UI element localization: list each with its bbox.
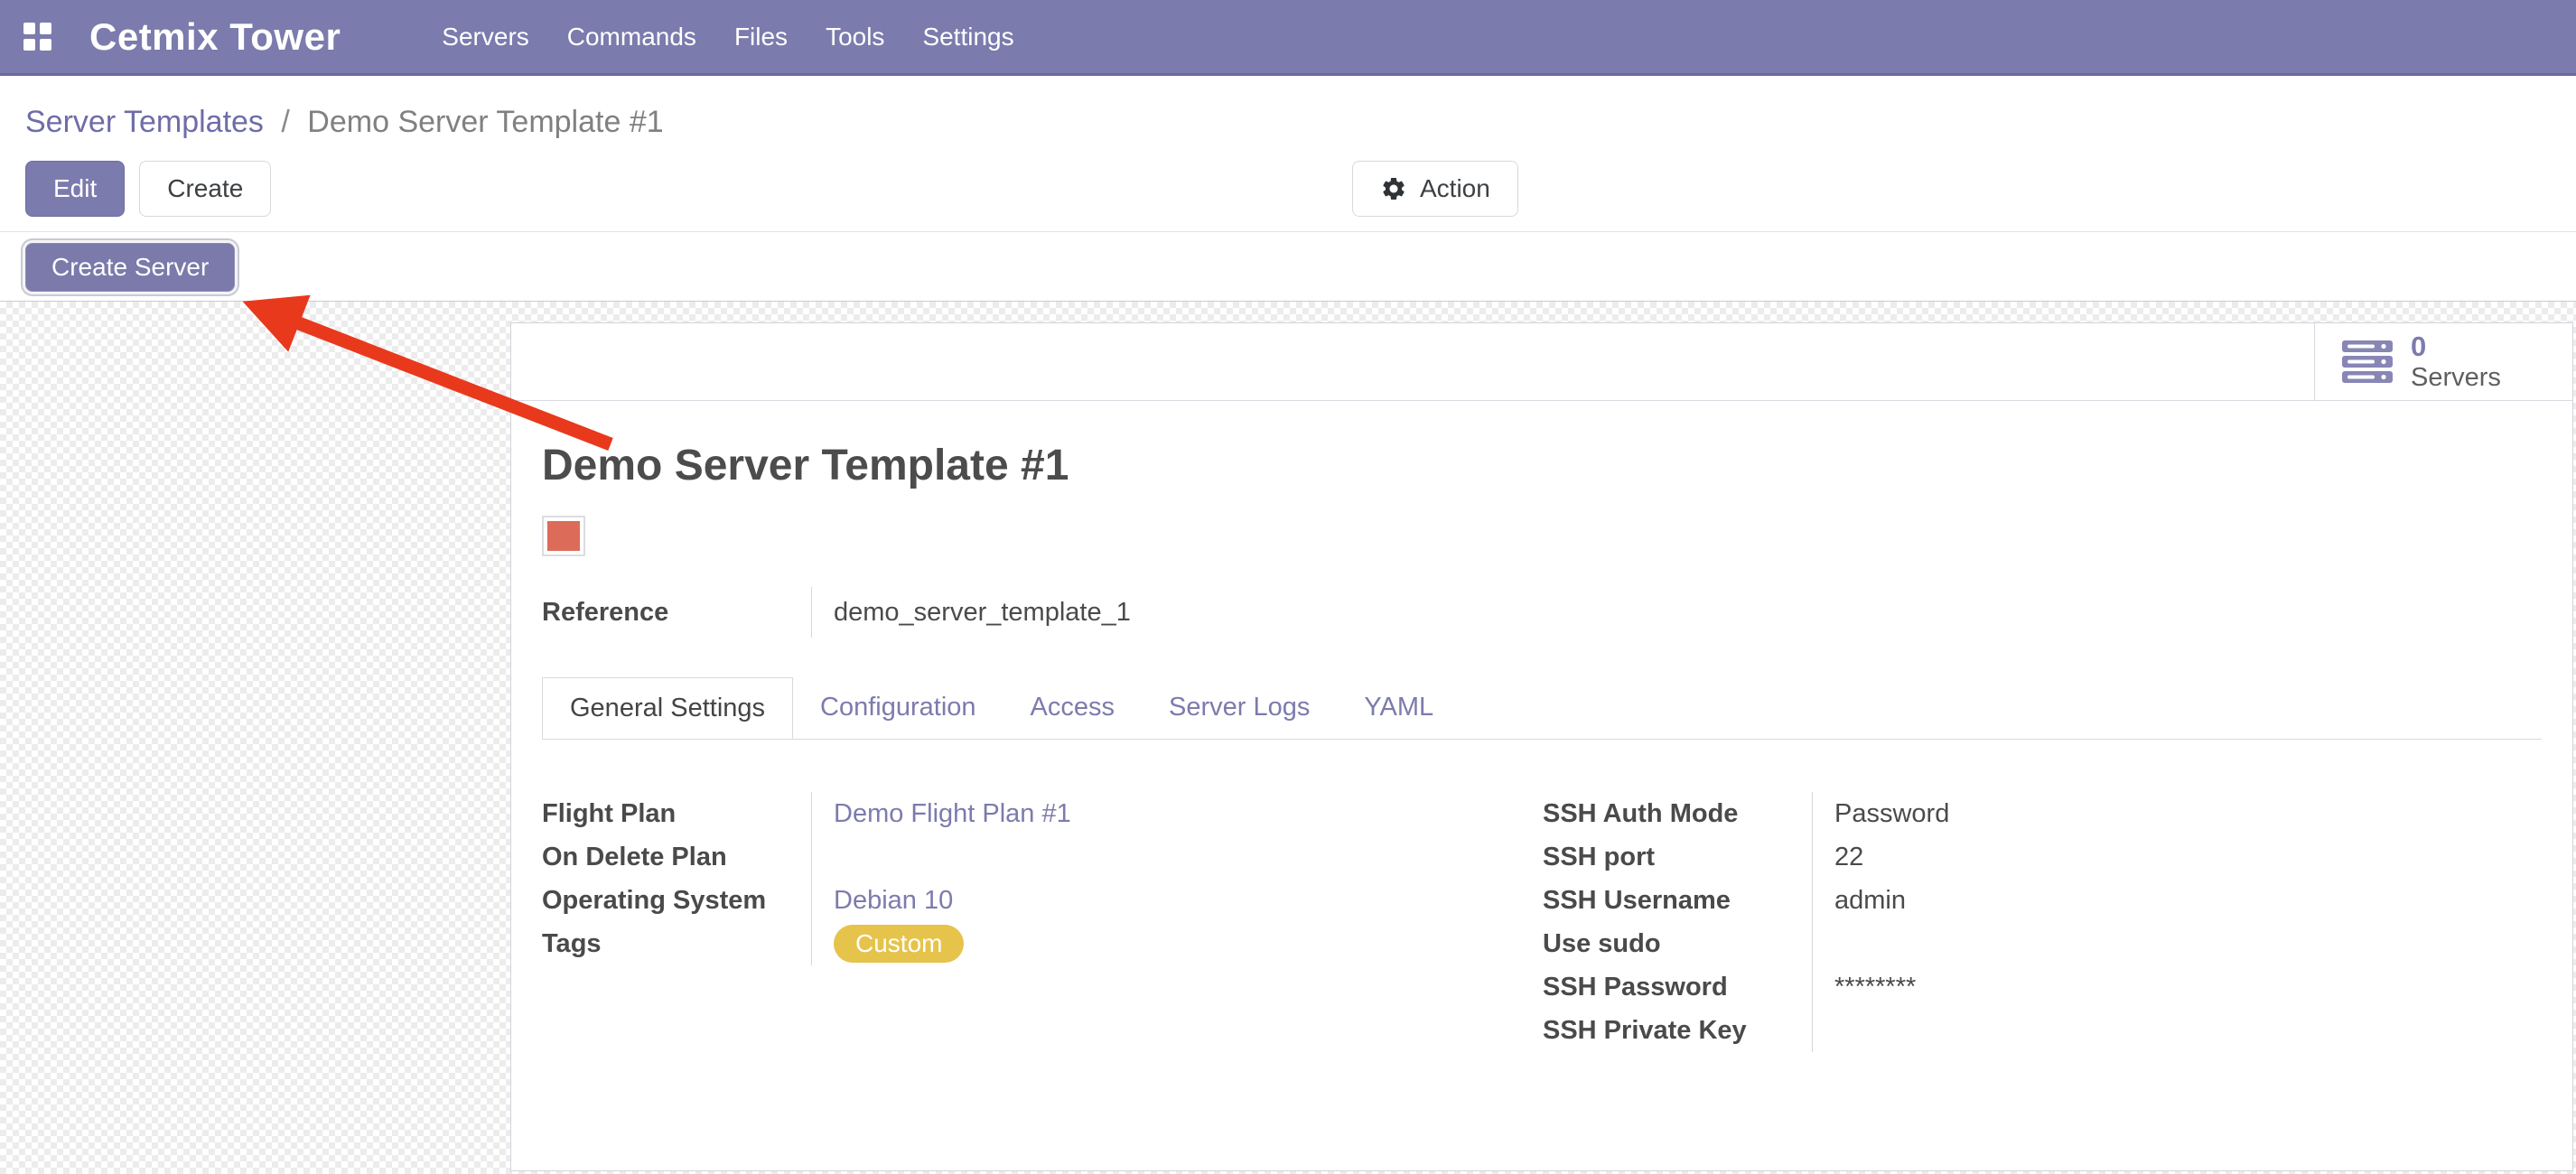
main-menu: Servers Commands Files Tools Settings (442, 0, 1013, 75)
breadcrumb: Server Templates / Demo Server Template … (25, 105, 664, 140)
color-picker-swatch[interactable] (542, 516, 585, 556)
notebook-tabs: General Settings Configuration Access Se… (542, 677, 2542, 740)
menu-item-servers[interactable]: Servers (442, 0, 528, 75)
breadcrumb-current: Demo Server Template #1 (307, 105, 663, 139)
on-delete-plan-label: On Delete Plan (542, 835, 811, 879)
breadcrumb-parent-link[interactable]: Server Templates (25, 105, 264, 139)
servers-stat-label: Servers (2411, 363, 2501, 393)
edit-button[interactable]: Edit (25, 161, 125, 217)
ssh-private-key-value (1812, 1009, 2542, 1052)
action-dropdown-button[interactable]: Action (1352, 161, 1518, 217)
on-delete-plan-value (811, 835, 1543, 879)
operating-system-label: Operating System (542, 879, 811, 922)
right-field-group: SSH Auth Mode Password SSH port 22 SSH U… (1543, 792, 2542, 1052)
content-background: 0 Servers Demo Server Template #1 Refere… (0, 302, 2576, 1174)
record-title: Demo Server Template #1 (542, 443, 2542, 490)
form-toolbar: Edit Create (25, 161, 271, 217)
tags-value: Custom (811, 922, 1543, 965)
menu-item-settings[interactable]: Settings (922, 0, 1013, 75)
ssh-auth-mode-label: SSH Auth Mode (1543, 792, 1812, 835)
reference-field-row: Reference demo_server_template_1 (542, 587, 2542, 638)
color-swatch-fill (547, 521, 580, 551)
tab-general-settings[interactable]: General Settings (542, 677, 793, 739)
operating-system-link[interactable]: Debian 10 (834, 886, 953, 915)
reference-label: Reference (542, 587, 811, 638)
server-stack-icon (2342, 340, 2393, 385)
ssh-port-value: 22 (1812, 835, 2542, 879)
tab-configuration[interactable]: Configuration (793, 677, 1003, 739)
servers-stat-button[interactable]: 0 Servers (2314, 323, 2572, 400)
gear-icon (1380, 175, 1407, 202)
use-sudo-label: Use sudo (1543, 922, 1812, 965)
flight-plan-link[interactable]: Demo Flight Plan #1 (834, 799, 1071, 828)
action-button-label: Action (1420, 174, 1490, 203)
flight-plan-value: Demo Flight Plan #1 (811, 792, 1543, 835)
general-settings-groups: Flight Plan Demo Flight Plan #1 On Delet… (542, 792, 2542, 1052)
tag-custom[interactable]: Custom (834, 925, 964, 963)
ssh-port-label: SSH port (1543, 835, 1812, 879)
reference-value: demo_server_template_1 (811, 587, 2542, 638)
form-statusbar: Create Server (0, 231, 2576, 302)
tab-yaml[interactable]: YAML (1337, 677, 1461, 739)
ssh-username-label: SSH Username (1543, 879, 1812, 922)
menu-item-tools[interactable]: Tools (826, 0, 884, 75)
menu-item-commands[interactable]: Commands (567, 0, 696, 75)
menu-item-files[interactable]: Files (734, 0, 788, 75)
ssh-password-value: ******** (1812, 965, 2542, 1009)
button-box: 0 Servers (511, 323, 2572, 401)
ssh-password-label: SSH Password (1543, 965, 1812, 1009)
tab-access[interactable]: Access (1003, 677, 1142, 739)
tab-server-logs[interactable]: Server Logs (1142, 677, 1337, 739)
ssh-username-value: admin (1812, 879, 2542, 922)
tags-label: Tags (542, 922, 811, 965)
use-sudo-value (1812, 922, 2542, 965)
create-server-button[interactable]: Create Server (25, 243, 235, 292)
ssh-auth-mode-value: Password (1812, 792, 2542, 835)
breadcrumb-separator: / (281, 105, 289, 139)
operating-system-value: Debian 10 (811, 879, 1543, 922)
servers-count: 0 (2411, 331, 2501, 363)
apps-menu-icon[interactable] (23, 23, 51, 51)
ssh-private-key-label: SSH Private Key (1543, 1009, 1812, 1052)
flight-plan-label: Flight Plan (542, 792, 811, 835)
top-navbar: Cetmix Tower Servers Commands Files Tool… (0, 0, 2576, 76)
left-field-group: Flight Plan Demo Flight Plan #1 On Delet… (542, 792, 1543, 1052)
create-button[interactable]: Create (139, 161, 271, 217)
brand-title: Cetmix Tower (89, 15, 341, 59)
form-sheet: 0 Servers Demo Server Template #1 Refere… (510, 322, 2573, 1171)
